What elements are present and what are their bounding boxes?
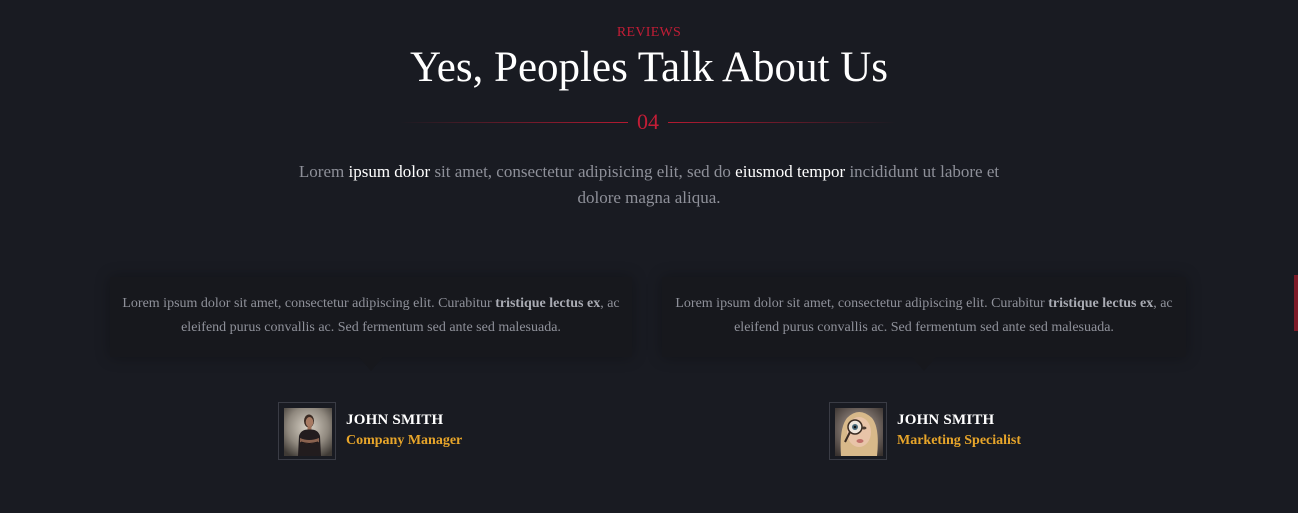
side-scroll-tab[interactable]: [1294, 275, 1298, 331]
review-text: Lorem ipsum dolor sit amet, consectetur …: [674, 292, 1174, 340]
divider-line-left: [400, 122, 628, 123]
avatar: [278, 402, 336, 460]
review-text-part: Lorem ipsum dolor sit amet, consectetur …: [122, 296, 496, 311]
intro-text-highlight: eiusmod tempor: [735, 162, 846, 181]
speech-bubble-tail: [359, 357, 383, 371]
section-number: 04: [637, 109, 659, 134]
intro-text-part: sit amet, consectetur adipisicing elit, …: [430, 162, 736, 181]
review-text-bold: tristique lectus ex: [495, 296, 601, 311]
author-role: Company Manager: [346, 433, 463, 448]
review-text-part: Lorem ipsum dolor sit amet, consectetur …: [675, 296, 1049, 311]
divider-line-right: [668, 122, 896, 123]
intro-text: Lorem ipsum dolor sit amet, consectetur …: [280, 159, 1018, 211]
review-card: Lorem ipsum dolor sit amet, consectetur …: [110, 277, 632, 371]
review-text: Lorem ipsum dolor sit amet, consectetur …: [122, 292, 620, 340]
avatar-woman-magnifier-icon: [835, 408, 883, 456]
review-text-bold: tristique lectus ex: [1048, 296, 1154, 311]
author-name: JOHN SMITH: [346, 412, 444, 428]
section-label: REVIEWS: [616, 25, 682, 40]
avatar-image: [284, 408, 332, 456]
avatar-image: [835, 408, 883, 456]
page-title: Yes, Peoples Talk About Us: [409, 44, 889, 91]
author-role: Marketing Specialist: [897, 433, 1022, 448]
intro-text-highlight: ipsum dolor: [348, 162, 431, 181]
review-card: Lorem ipsum dolor sit amet, consectetur …: [662, 277, 1186, 371]
speech-bubble-tail: [912, 357, 936, 371]
avatar-woman-arms-crossed-icon: [284, 408, 332, 456]
intro-text-part: Lorem: [298, 162, 349, 181]
author-name: JOHN SMITH: [897, 412, 995, 428]
avatar: [829, 402, 887, 460]
